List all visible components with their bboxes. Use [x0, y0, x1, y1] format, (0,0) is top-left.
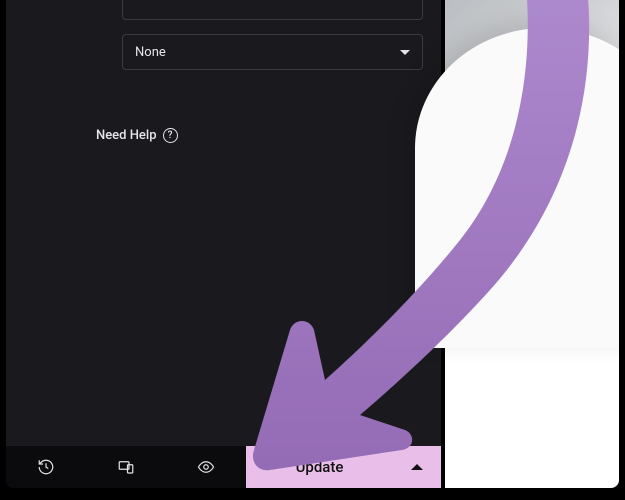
top-input-field[interactable] [122, 0, 423, 20]
bottom-bar-actions [6, 446, 246, 488]
need-help-label: Need Help [96, 128, 157, 143]
history-button[interactable] [6, 446, 86, 488]
history-icon [37, 458, 55, 476]
update-button-label: Update [296, 458, 344, 476]
chevron-down-icon [400, 50, 410, 55]
editor-bottom-bar: Update [6, 446, 441, 488]
dropdown-select[interactable]: None [122, 34, 423, 70]
update-section: Update [246, 446, 441, 488]
canvas-preview [441, 0, 619, 488]
question-circle-icon: ? [163, 128, 178, 143]
chevron-up-icon [411, 464, 423, 470]
preview-button[interactable] [166, 446, 246, 488]
devices-icon [117, 458, 135, 476]
need-help-link[interactable]: Need Help ? [96, 128, 423, 143]
update-options-button[interactable] [393, 446, 441, 488]
dropdown-selected-label: None [135, 45, 166, 60]
preview-oval-shape [415, 28, 619, 348]
eye-icon [196, 458, 216, 476]
settings-panel: None Need Help ? [6, 0, 441, 488]
responsive-button[interactable] [86, 446, 166, 488]
update-button[interactable]: Update [246, 446, 393, 488]
editor-frame: None Need Help ? [6, 0, 619, 488]
settings-panel-body: None Need Help ? [6, 0, 441, 446]
